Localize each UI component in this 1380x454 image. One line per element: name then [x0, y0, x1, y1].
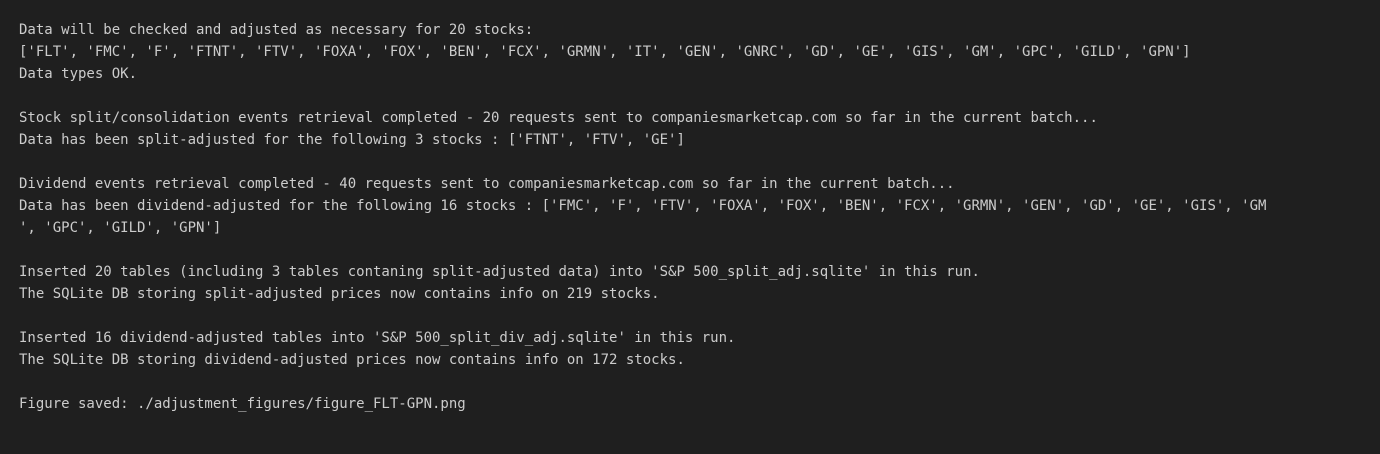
output-line-dividend-adjusted-wrap: ', 'GPC', 'GILD', 'GPN'] — [19, 220, 222, 236]
output-line-dividend-adjusted: Data has been dividend-adjusted for the … — [19, 198, 1267, 214]
output-line-data-types: Data types OK. — [19, 66, 138, 82]
output-line-inserted-split-tables: Inserted 20 tables (including 3 tables c… — [19, 264, 980, 280]
output-line-split-retrieval: Stock split/consolidation events retriev… — [19, 110, 1098, 126]
output-line-stock-list: ['FLT', 'FMC', 'F', 'FTNT', 'FTV', 'FOXA… — [19, 44, 1191, 60]
output-line-split-db-count: The SQLite DB storing split-adjusted pri… — [19, 286, 660, 302]
output-line-dividend-retrieval: Dividend events retrieval completed - 40… — [19, 176, 955, 192]
output-line-stocks-header: Data will be checked and adjusted as nec… — [19, 22, 534, 38]
output-line-split-adjusted: Data has been split-adjusted for the fol… — [19, 132, 685, 148]
output-line-figure-saved: Figure saved: ./adjustment_figures/figur… — [19, 396, 466, 412]
terminal-output[interactable]: Data will be checked and adjusted as nec… — [0, 0, 1380, 454]
output-line-dividend-db-count: The SQLite DB storing dividend-adjusted … — [19, 352, 685, 368]
output-line-inserted-dividend-tables: Inserted 16 dividend-adjusted tables int… — [19, 330, 736, 346]
